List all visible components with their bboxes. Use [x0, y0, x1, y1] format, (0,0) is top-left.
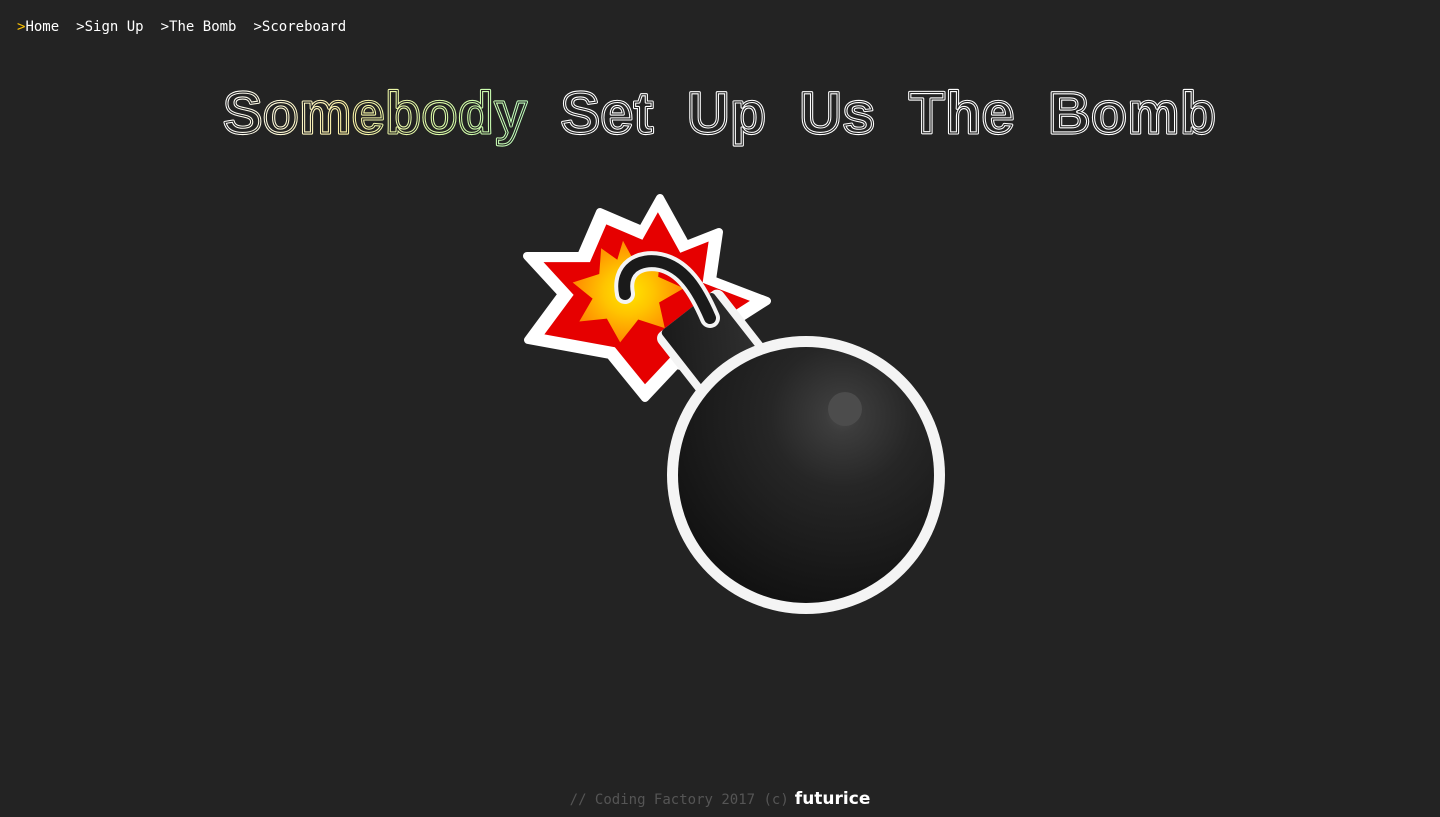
main-nav: >Home >Sign Up >The Bomb >Scoreboard [17, 17, 346, 37]
nav-home-link[interactable]: >Home [17, 17, 59, 37]
title-inline-1: Somebody [223, 81, 528, 146]
nav-caret: > [253, 19, 262, 35]
bomb-icon [523, 194, 945, 614]
nav-scoreboard-label: Scoreboard [261, 19, 347, 35]
nav-the-bomb-label: The Bomb [169, 19, 237, 35]
page-title-inline: Somebody Set Up Us The Bomb [223, 81, 1216, 146]
nav-the-bomb-link[interactable]: >The Bomb [161, 17, 237, 37]
nav-home-label: Home [25, 19, 60, 35]
bomb-illustration[interactable] [515, 190, 955, 620]
nav-caret: > [160, 19, 170, 35]
nav-scoreboard-link[interactable]: >Scoreboard [253, 17, 346, 37]
nav-signup-label: Sign Up [84, 19, 144, 35]
footer: // Coding Factory 2017 (c) futurice [0, 788, 1440, 811]
title-inline-2: Set [561, 81, 654, 146]
title-inline-3: Up [687, 81, 766, 146]
nav-signup-link[interactable]: >Sign Up [76, 17, 143, 37]
title-inline-6: Bomb [1048, 81, 1216, 146]
title-inline-5: The [909, 81, 1015, 146]
footer-copyright: // Coding Factory 2017 (c) [569, 792, 789, 808]
nav-caret: > [76, 19, 85, 35]
title-inline-4: Us [800, 81, 876, 146]
page-title-svg: Somebody Set Up Us The Bomb Somebody Set… [222, 79, 1218, 147]
page-title: Somebody Set Up Us The Bomb Somebody Set… [0, 76, 1440, 156]
futurice-logo[interactable]: futurice [795, 789, 871, 809]
